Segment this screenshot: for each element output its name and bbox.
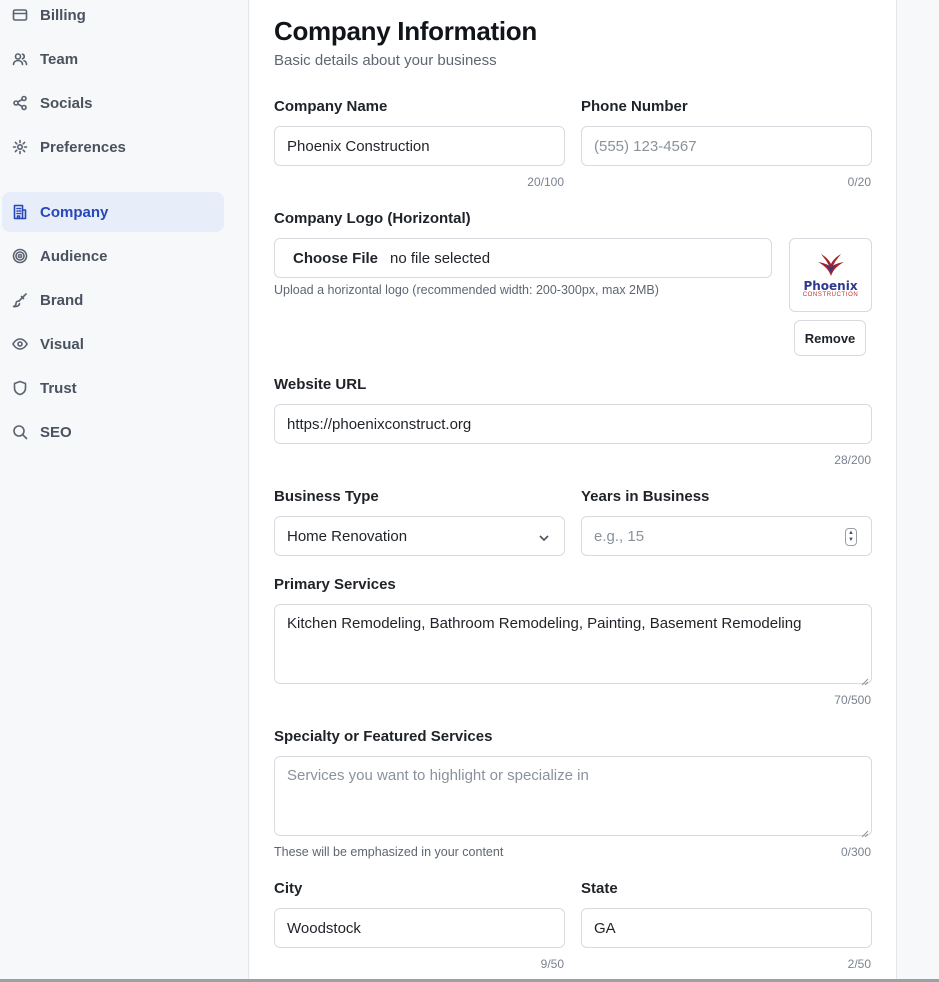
- specialty-placeholder: Services you want to highlight or specia…: [287, 767, 589, 784]
- website-value: https://phoenixconstruct.org: [287, 415, 472, 433]
- sidebar-item-billing[interactable]: Billing: [2, 0, 224, 35]
- sidebar-item-team[interactable]: Team: [2, 39, 224, 79]
- sidebar-item-label: Visual: [40, 335, 84, 353]
- remove-logo-button[interactable]: Remove: [794, 320, 866, 356]
- company-name-counter: 20/100: [527, 175, 564, 189]
- gear-icon: [12, 139, 28, 155]
- sidebar-item-label: Preferences: [40, 138, 126, 156]
- company-name-input[interactable]: Phoenix Construction: [274, 126, 565, 166]
- city-value: Woodstock: [287, 919, 361, 937]
- phone-placeholder: (555) 123-4567: [594, 137, 697, 155]
- company-name-value: Phoenix Construction: [287, 137, 430, 155]
- sidebar-item-visual[interactable]: Visual: [2, 324, 224, 364]
- specialty-counter: 0/300: [840, 845, 871, 859]
- state-label: State: [581, 880, 618, 897]
- years-label: Years in Business: [581, 488, 710, 505]
- logo-word: Phoenix: [803, 278, 858, 293]
- phone-counter: 0/20: [847, 175, 871, 189]
- years-input[interactable]: e.g., 15 ▲ ▼: [581, 516, 872, 556]
- logo-file-input[interactable]: Choose File no file selected: [274, 238, 772, 278]
- brush-icon: [12, 292, 28, 308]
- sidebar-item-brand[interactable]: Brand: [2, 280, 224, 320]
- logo-preview: Phoenix CONSTRUCTION: [789, 238, 872, 312]
- target-icon: [12, 248, 28, 264]
- sidebar: Billing Team Socials Preferences Company…: [0, 0, 249, 982]
- page-subtitle: Basic details about your business: [274, 52, 497, 69]
- resize-handle-icon[interactable]: [861, 673, 869, 686]
- sidebar-item-label: Team: [40, 50, 79, 68]
- resize-handle-icon[interactable]: [861, 825, 869, 838]
- search-icon: [12, 424, 28, 440]
- specialty-label: Specialty or Featured Services: [274, 728, 493, 745]
- page-title: Company Information: [274, 16, 537, 46]
- sidebar-item-trust[interactable]: Trust: [2, 368, 224, 408]
- state-counter: 2/50: [847, 957, 871, 971]
- business-type-select[interactable]: Home Renovation: [274, 516, 565, 556]
- choose-file-button[interactable]: Choose File: [293, 250, 378, 267]
- right-gutter: [897, 0, 939, 982]
- credit-card-icon: [12, 7, 28, 23]
- share-icon: [12, 95, 28, 111]
- sidebar-item-audience[interactable]: Audience: [2, 236, 224, 276]
- number-stepper-icon[interactable]: ▲ ▼: [845, 528, 857, 546]
- sidebar-item-socials[interactable]: Socials: [2, 83, 224, 123]
- sidebar-item-label: SEO: [40, 423, 72, 441]
- city-label: City: [274, 880, 303, 897]
- state-value: GA: [594, 919, 616, 937]
- building-icon: [12, 204, 28, 220]
- shield-icon: [12, 380, 28, 396]
- logo-label: Company Logo (Horizontal): [274, 210, 471, 227]
- website-label: Website URL: [274, 376, 367, 393]
- primary-services-textarea[interactable]: Kitchen Remodeling, Bathroom Remodeling,…: [274, 604, 872, 686]
- city-counter: 9/50: [540, 957, 564, 971]
- business-type-label: Business Type: [274, 488, 379, 505]
- sidebar-item-seo[interactable]: SEO: [2, 412, 224, 452]
- website-counter: 28/200: [834, 453, 871, 467]
- years-placeholder: e.g., 15: [594, 527, 645, 545]
- sidebar-item-label: Trust: [40, 379, 77, 397]
- primary-services-value: Kitchen Remodeling, Bathroom Remodeling,…: [287, 615, 802, 632]
- city-input[interactable]: Woodstock: [274, 908, 565, 948]
- phone-label: Phone Number: [581, 98, 688, 115]
- sidebar-item-preferences[interactable]: Preferences: [2, 127, 224, 167]
- website-input[interactable]: https://phoenixconstruct.org: [274, 404, 872, 444]
- sidebar-item-label: Brand: [40, 291, 84, 309]
- sidebar-item-label: Billing: [40, 6, 86, 24]
- state-input[interactable]: GA: [581, 908, 872, 948]
- specialty-textarea[interactable]: Services you want to highlight or specia…: [274, 756, 872, 838]
- specialty-help-text: These will be emphasized in your content: [274, 845, 504, 859]
- sidebar-item-label: Socials: [40, 94, 93, 112]
- logo-subword: CONSTRUCTION: [802, 291, 859, 298]
- business-type-value: Home Renovation: [287, 527, 408, 545]
- sidebar-item-company[interactable]: Company: [2, 192, 224, 232]
- sidebar-item-label: Audience: [40, 247, 108, 265]
- chevron-down-icon: [538, 531, 550, 543]
- phone-input[interactable]: (555) 123-4567: [581, 126, 872, 166]
- sidebar-item-label: Company: [40, 203, 109, 221]
- users-icon: [12, 51, 28, 67]
- eye-icon: [12, 336, 28, 352]
- phoenix-bird-icon: [817, 253, 844, 276]
- logo-help-text: Upload a horizontal logo (recommended wi…: [274, 283, 659, 297]
- company-name-label: Company Name: [274, 98, 388, 115]
- file-status: no file selected: [390, 249, 491, 267]
- primary-services-label: Primary Services: [274, 576, 396, 593]
- primary-services-counter: 70/500: [834, 693, 871, 707]
